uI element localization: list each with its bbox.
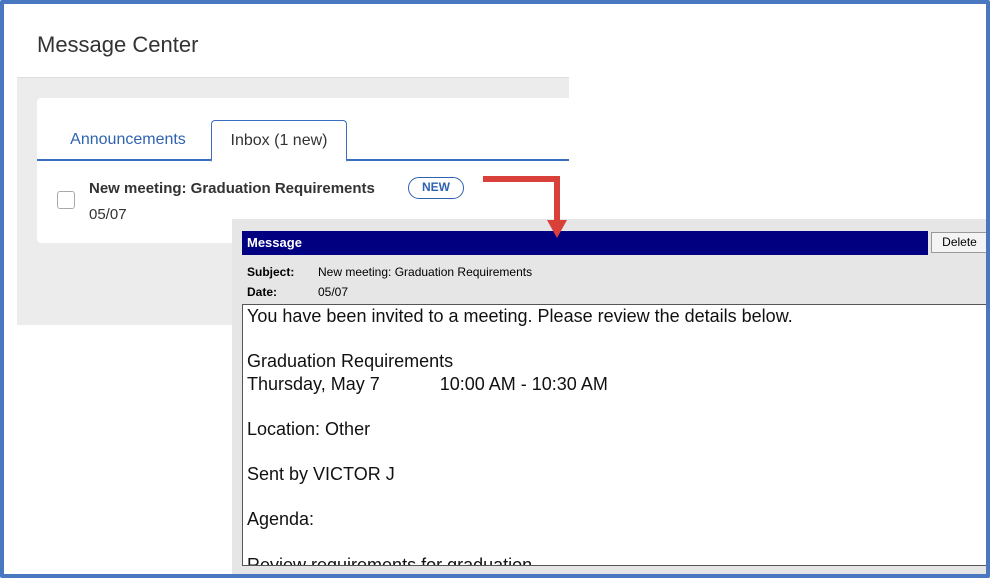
tab-inbox[interactable]: Inbox (1 new) bbox=[211, 120, 347, 162]
body-line bbox=[247, 328, 982, 351]
body-line: You have been invited to a meeting. Plea… bbox=[247, 306, 793, 326]
subject-label: Subject: bbox=[247, 265, 295, 279]
message-popup: Message Delete Subject: New meeting: Gra… bbox=[232, 219, 990, 578]
body-line bbox=[247, 531, 982, 554]
date-value: 05/07 bbox=[318, 285, 349, 299]
message-title-link[interactable]: New meeting: Graduation Requirements bbox=[89, 180, 375, 197]
body-line bbox=[247, 441, 982, 464]
date-label: Date: bbox=[247, 285, 278, 299]
body-line: Graduation Requirements bbox=[247, 351, 454, 372]
body-line bbox=[247, 486, 982, 509]
body-line: Sent by VICTOR J bbox=[247, 464, 395, 485]
body-line: Location: Other bbox=[247, 418, 371, 439]
body-line: Agenda: bbox=[247, 509, 315, 530]
new-badge: NEW bbox=[408, 177, 464, 199]
popup-title-bar: Message bbox=[242, 231, 928, 255]
message-date: 05/07 bbox=[89, 206, 127, 223]
message-body: You have been invited to a meeting. Plea… bbox=[242, 304, 987, 566]
message-center-header: Message Center bbox=[17, 13, 569, 78]
tab-announcements[interactable]: Announcements bbox=[63, 120, 193, 160]
page-title: Message Center bbox=[37, 32, 199, 57]
delete-button[interactable]: Delete bbox=[931, 232, 988, 253]
body-line: Thursday, May 7 10:00 AM - 10:30 AM bbox=[247, 373, 608, 394]
pointer-arrow-icon bbox=[483, 176, 567, 238]
message-select-checkbox[interactable] bbox=[57, 191, 75, 209]
body-line: Review requirements for graduation. bbox=[247, 554, 538, 566]
subject-value: New meeting: Graduation Requirements bbox=[318, 265, 533, 279]
body-line bbox=[247, 395, 982, 418]
